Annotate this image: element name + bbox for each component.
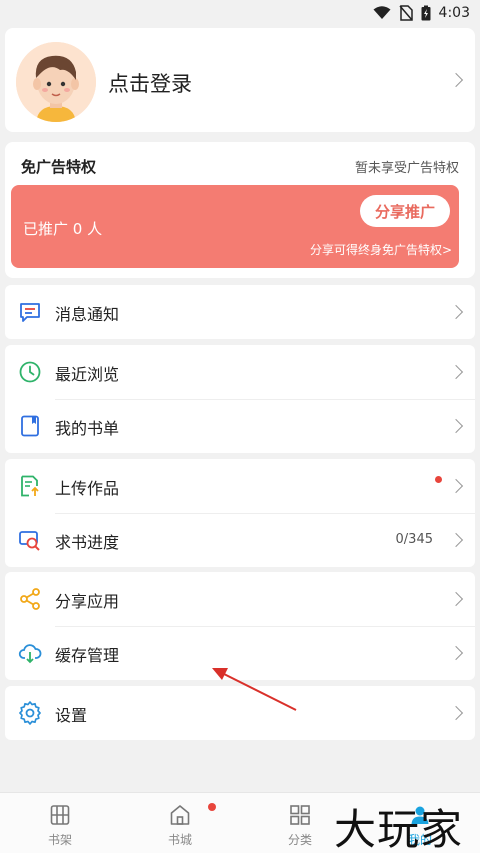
profile-card[interactable]: 点击登录 (5, 28, 475, 132)
ad-privilege-status: 暂未享受广告特权 (354, 161, 459, 176)
menu-item-request-progress[interactable]: 求书进度 0/345 (5, 513, 475, 567)
chevron-right-icon (448, 418, 464, 434)
grid-icon (290, 805, 310, 825)
promotion-banner: 已推广 0 人 分享推广 分享可得终身免广告特权> (11, 185, 459, 268)
chevron-right-icon (448, 364, 464, 380)
request-progress-count: 0/345 (395, 532, 433, 547)
menu-item-label: 最近浏览 (55, 365, 120, 384)
watermark-logo: 大玩家 (334, 805, 464, 853)
menu-item-label: 消息通知 (55, 305, 120, 324)
menu-group-app: 分享应用 缓存管理 (5, 572, 475, 680)
battery-charging-icon (421, 5, 431, 21)
menu-item-share-app[interactable]: 分享应用 (5, 572, 475, 626)
menu-item-settings[interactable]: 设置 (5, 686, 475, 740)
menu-item-upload[interactable]: 上传作品 (5, 459, 475, 513)
chevron-right-icon (448, 478, 464, 494)
tab-bookstore[interactable]: 书城 (120, 793, 240, 853)
chevron-right-icon (448, 705, 464, 721)
share-icon (20, 588, 40, 610)
menu-group-works: 上传作品 求书进度 0/345 (5, 459, 475, 567)
menu-item-my-booklist[interactable]: 我的书单 (5, 399, 475, 453)
ad-privilege-card: 免广告特权 暂未享受广告特权 已推广 0 人 分享推广 分享可得终身免广告特权> (5, 142, 475, 278)
chevron-right-icon (448, 645, 464, 661)
tab-label: 书城 (167, 833, 192, 847)
cloud-download-icon (18, 644, 42, 664)
upload-document-icon (21, 475, 39, 497)
message-icon (20, 303, 40, 322)
menu-group-notifications: 消息通知 (5, 285, 475, 339)
menu-item-label: 上传作品 (55, 479, 120, 498)
bookshelf-icon (50, 805, 70, 825)
menu-item-label: 缓存管理 (55, 646, 120, 665)
notification-dot (208, 803, 216, 811)
search-book-icon (19, 531, 40, 551)
chevron-right-icon (448, 591, 464, 607)
share-promotion-button[interactable]: 分享推广 (360, 195, 450, 227)
menu-item-cache[interactable]: 缓存管理 (5, 626, 475, 680)
status-bar: 4:03 (0, 0, 480, 26)
menu-group-settings: 设置 (5, 686, 475, 740)
share-hint-link[interactable]: 分享可得终身免广告特权> (310, 241, 452, 258)
gear-icon (19, 701, 41, 725)
home-icon (170, 805, 190, 825)
tab-bookshelf[interactable]: 书架 (0, 793, 120, 853)
chevron-right-icon (448, 304, 464, 320)
chevron-right-icon (448, 72, 464, 88)
menu-item-label: 设置 (55, 706, 88, 725)
menu-item-label: 求书进度 (55, 533, 120, 552)
login-prompt[interactable]: 点击登录 (108, 68, 192, 98)
clock-icon (19, 361, 41, 383)
wifi-icon (373, 6, 391, 20)
promoted-count: 已推广 0 人 (23, 220, 103, 238)
menu-item-recent[interactable]: 最近浏览 (5, 345, 475, 399)
chevron-right-icon (448, 532, 464, 548)
menu-item-notifications[interactable]: 消息通知 (5, 285, 475, 339)
menu-group-reading: 最近浏览 我的书单 (5, 345, 475, 453)
menu-item-label: 分享应用 (55, 592, 120, 611)
notification-dot (435, 476, 442, 483)
book-icon (21, 415, 39, 437)
no-sim-icon (398, 5, 413, 21)
menu-item-label: 我的书单 (55, 419, 120, 438)
status-time: 4:03 (438, 5, 470, 21)
avatar[interactable] (16, 42, 96, 122)
ad-privilege-title: 免广告特权 (21, 158, 97, 176)
tab-label: 书架 (47, 833, 72, 847)
